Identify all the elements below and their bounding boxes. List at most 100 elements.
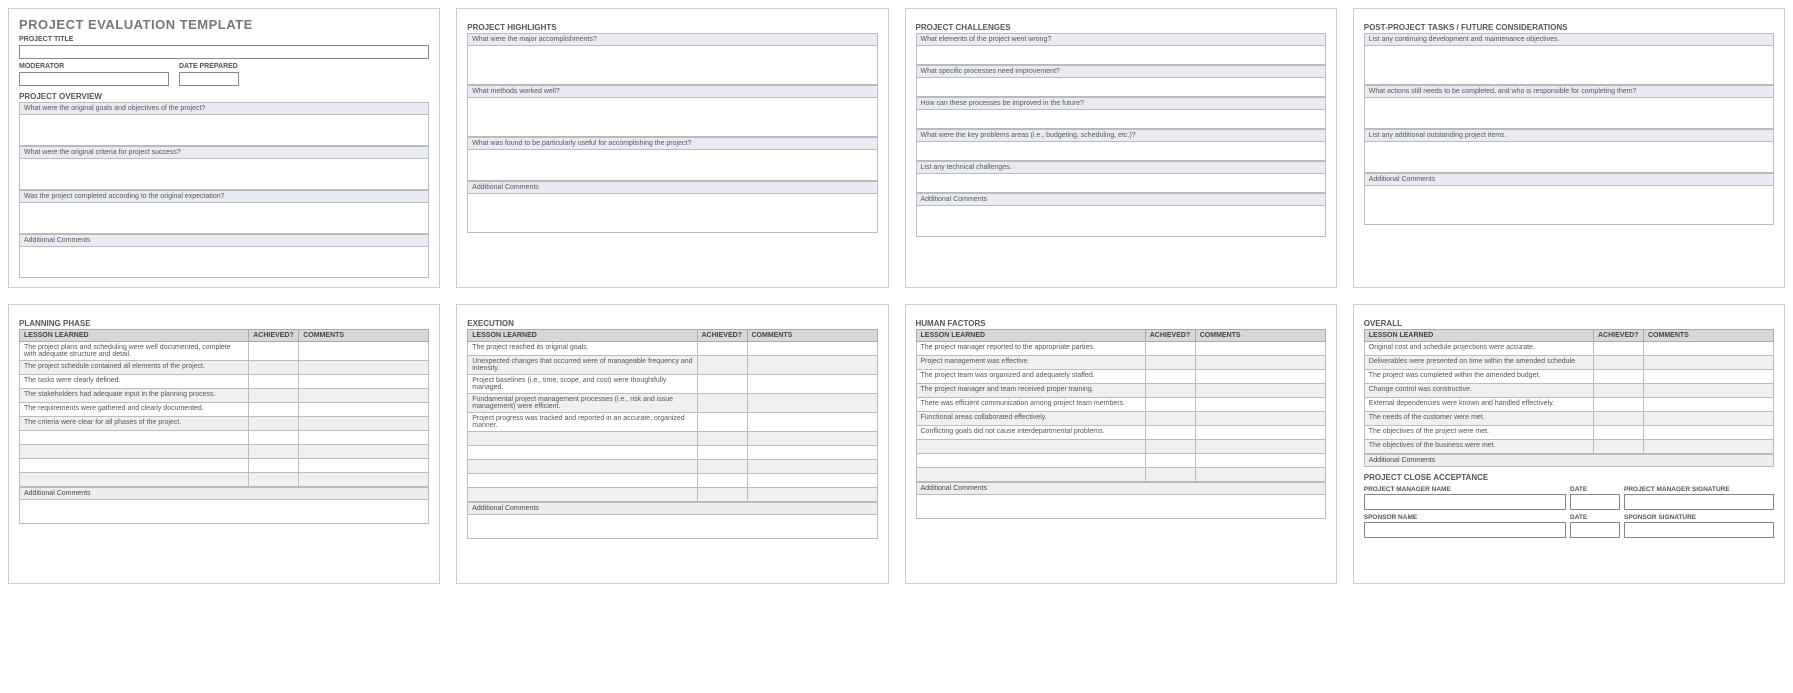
achieved-cell[interactable]	[249, 459, 299, 473]
achieved-cell[interactable]	[249, 445, 299, 459]
achieved-cell[interactable]	[249, 342, 299, 361]
comments-cell[interactable]	[1195, 356, 1325, 370]
achieved-cell[interactable]	[249, 431, 299, 445]
achieved-cell[interactable]	[697, 413, 747, 432]
sponsor-date-input[interactable]	[1570, 522, 1620, 538]
achieved-cell[interactable]	[1594, 412, 1644, 426]
achieved-cell[interactable]	[249, 417, 299, 431]
answer-area[interactable]	[20, 203, 428, 233]
achieved-cell[interactable]	[249, 361, 299, 375]
achieved-cell[interactable]	[697, 460, 747, 474]
achieved-cell[interactable]	[1145, 370, 1195, 384]
comments-cell[interactable]	[299, 375, 429, 389]
comments-cell[interactable]	[299, 431, 429, 445]
comments-cell[interactable]	[299, 417, 429, 431]
comments-cell[interactable]	[1195, 412, 1325, 426]
achieved-cell[interactable]	[697, 375, 747, 394]
achieved-cell[interactable]	[1145, 412, 1195, 426]
achieved-cell[interactable]	[1145, 468, 1195, 482]
achieved-cell[interactable]	[1145, 398, 1195, 412]
comments-cell[interactable]	[1195, 454, 1325, 468]
pm-date-input[interactable]	[1570, 494, 1620, 510]
answer-area[interactable]	[917, 46, 1325, 64]
additional-body[interactable]	[467, 515, 877, 539]
achieved-cell[interactable]	[1145, 426, 1195, 440]
comments-cell[interactable]	[299, 459, 429, 473]
comments-cell[interactable]	[1195, 384, 1325, 398]
achieved-cell[interactable]	[1594, 356, 1644, 370]
comments-cell[interactable]	[299, 342, 429, 361]
comments-cell[interactable]	[1195, 426, 1325, 440]
comments-cell[interactable]	[747, 394, 877, 413]
achieved-cell[interactable]	[697, 356, 747, 375]
answer-area[interactable]	[468, 150, 876, 180]
comments-cell[interactable]	[747, 375, 877, 394]
achieved-cell[interactable]	[697, 474, 747, 488]
comments-cell[interactable]	[299, 361, 429, 375]
pm-name-input[interactable]	[1364, 494, 1566, 510]
comments-cell[interactable]	[747, 488, 877, 502]
achieved-cell[interactable]	[1594, 440, 1644, 454]
achieved-cell[interactable]	[1594, 398, 1644, 412]
answer-area[interactable]	[1365, 186, 1773, 224]
comments-cell[interactable]	[747, 413, 877, 432]
answer-area[interactable]	[917, 142, 1325, 160]
achieved-cell[interactable]	[249, 403, 299, 417]
answer-area[interactable]	[1365, 142, 1773, 172]
comments-cell[interactable]	[747, 356, 877, 375]
achieved-cell[interactable]	[1594, 342, 1644, 356]
comments-cell[interactable]	[747, 460, 877, 474]
date-input[interactable]	[179, 72, 239, 86]
achieved-cell[interactable]	[1145, 440, 1195, 454]
answer-area[interactable]	[917, 174, 1325, 192]
comments-cell[interactable]	[299, 473, 429, 487]
achieved-cell[interactable]	[697, 432, 747, 446]
comments-cell[interactable]	[747, 474, 877, 488]
answer-area[interactable]	[468, 194, 876, 232]
achieved-cell[interactable]	[697, 488, 747, 502]
answer-area[interactable]	[468, 98, 876, 136]
achieved-cell[interactable]	[697, 394, 747, 413]
achieved-cell[interactable]	[249, 375, 299, 389]
achieved-cell[interactable]	[697, 342, 747, 356]
comments-cell[interactable]	[1195, 370, 1325, 384]
achieved-cell[interactable]	[249, 473, 299, 487]
pm-sig-input[interactable]	[1624, 494, 1774, 510]
comments-cell[interactable]	[299, 445, 429, 459]
moderator-input[interactable]	[19, 72, 169, 86]
answer-area[interactable]	[20, 115, 428, 145]
comments-cell[interactable]	[1195, 440, 1325, 454]
sponsor-sig-input[interactable]	[1624, 522, 1774, 538]
additional-body[interactable]	[916, 495, 1326, 519]
comments-cell[interactable]	[747, 432, 877, 446]
achieved-cell[interactable]	[1145, 384, 1195, 398]
comments-cell[interactable]	[1195, 342, 1325, 356]
answer-area[interactable]	[917, 78, 1325, 96]
comments-cell[interactable]	[747, 342, 877, 356]
comments-cell[interactable]	[1644, 412, 1774, 426]
comments-cell[interactable]	[1644, 384, 1774, 398]
comments-cell[interactable]	[1644, 426, 1774, 440]
answer-area[interactable]	[20, 159, 428, 189]
comments-cell[interactable]	[1195, 468, 1325, 482]
achieved-cell[interactable]	[697, 446, 747, 460]
answer-area[interactable]	[1365, 98, 1773, 128]
achieved-cell[interactable]	[1145, 454, 1195, 468]
achieved-cell[interactable]	[1145, 356, 1195, 370]
achieved-cell[interactable]	[1594, 370, 1644, 384]
comments-cell[interactable]	[1644, 398, 1774, 412]
answer-area[interactable]	[468, 46, 876, 84]
comments-cell[interactable]	[1644, 342, 1774, 356]
achieved-cell[interactable]	[1594, 384, 1644, 398]
comments-cell[interactable]	[1644, 356, 1774, 370]
project-title-input[interactable]	[19, 45, 429, 59]
comments-cell[interactable]	[1195, 398, 1325, 412]
achieved-cell[interactable]	[1145, 342, 1195, 356]
answer-area[interactable]	[917, 110, 1325, 128]
answer-area[interactable]	[20, 247, 428, 277]
comments-cell[interactable]	[747, 446, 877, 460]
comments-cell[interactable]	[299, 403, 429, 417]
sponsor-name-input[interactable]	[1364, 522, 1566, 538]
achieved-cell[interactable]	[1594, 426, 1644, 440]
achieved-cell[interactable]	[249, 389, 299, 403]
